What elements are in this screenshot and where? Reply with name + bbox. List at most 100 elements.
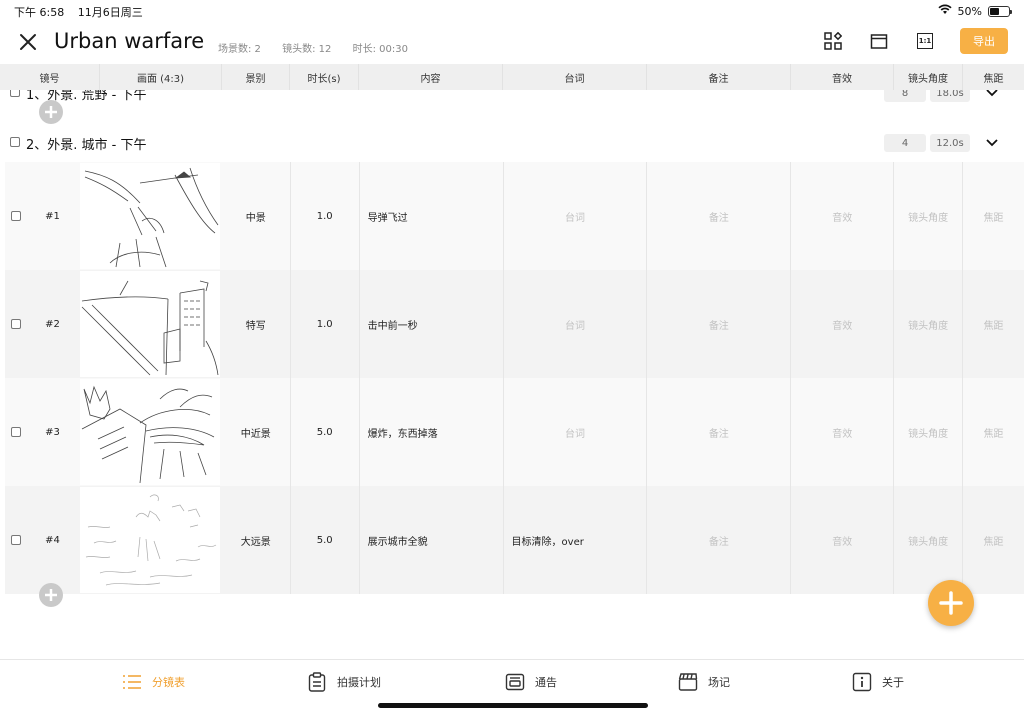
status-date: 11月6日周三 bbox=[77, 6, 143, 19]
storyboard-sketch[interactable] bbox=[79, 487, 220, 593]
row-checkbox[interactable] bbox=[10, 211, 21, 221]
col-angle: 镜头角度 bbox=[894, 64, 963, 90]
row-checkbox[interactable] bbox=[10, 427, 21, 437]
sound-placeholder[interactable]: 音效 bbox=[791, 378, 895, 486]
col-notes: 备注 bbox=[647, 64, 791, 90]
shot-duration[interactable]: 5.0 bbox=[291, 486, 360, 594]
frame-cell[interactable] bbox=[78, 378, 222, 486]
sound-placeholder[interactable]: 音效 bbox=[791, 162, 895, 270]
row-checkbox[interactable] bbox=[10, 535, 21, 545]
tab-label: 分镜表 bbox=[152, 676, 185, 689]
tab-storyboard[interactable]: 分镜表 bbox=[122, 672, 185, 692]
tab-notice[interactable]: 通告 bbox=[505, 672, 557, 692]
dialogue-placeholder[interactable]: 台词 bbox=[504, 162, 648, 270]
frame-cell[interactable] bbox=[78, 162, 222, 270]
notice-icon bbox=[505, 673, 525, 691]
shot-content[interactable]: 爆炸，东西掉落 bbox=[360, 378, 504, 486]
scene-checkbox[interactable] bbox=[10, 137, 20, 147]
shot-dialogue[interactable]: 目标清除，over bbox=[504, 486, 648, 594]
notes-placeholder[interactable]: 备注 bbox=[647, 162, 792, 270]
add-shot-button[interactable] bbox=[39, 100, 63, 124]
tab-about[interactable]: 关于 bbox=[852, 672, 904, 692]
scene-name: 2、外景. 城市 - 下午 bbox=[26, 138, 147, 153]
focal-placeholder[interactable]: 焦距 bbox=[963, 378, 1024, 486]
clipboard-icon bbox=[308, 672, 326, 692]
frame-cell[interactable] bbox=[78, 270, 222, 378]
table-row[interactable]: #2 特写 1.0 击中前一秒 台词 备注 音效 镜头角度 焦距 bbox=[5, 270, 1024, 378]
angle-placeholder[interactable]: 镜头角度 bbox=[894, 486, 964, 594]
layout-icon bbox=[870, 34, 888, 49]
scene-shot-count: 4 bbox=[884, 134, 926, 152]
notes-placeholder[interactable]: 备注 bbox=[647, 486, 792, 594]
shot-content[interactable]: 展示城市全貌 bbox=[360, 486, 504, 594]
tab-label: 关于 bbox=[882, 676, 904, 689]
grid-view-button[interactable] bbox=[822, 30, 844, 52]
shot-size[interactable]: 特写 bbox=[222, 270, 291, 378]
grid-icon bbox=[824, 32, 842, 50]
shot-content[interactable]: 导弹飞过 bbox=[360, 162, 504, 270]
notes-placeholder[interactable]: 备注 bbox=[647, 270, 792, 378]
table-header: 镜号 画面 (4:3) 景别 时长(s) 内容 台词 备注 音效 镜头角度 焦距 bbox=[0, 64, 1024, 90]
storyboard-sketch[interactable] bbox=[79, 163, 220, 269]
scene-count: 场景数: 2 bbox=[218, 44, 261, 55]
tab-label: 通告 bbox=[535, 676, 557, 689]
storyboard-sketch[interactable] bbox=[79, 379, 220, 485]
sound-placeholder[interactable]: 音效 bbox=[791, 270, 895, 378]
shot-duration[interactable]: 5.0 bbox=[291, 378, 360, 486]
table-row[interactable]: #3 中近景 5.0 爆炸，东西掉落 台词 备注 音效 镜头角度 焦距 bbox=[5, 378, 1024, 486]
shot-size[interactable]: 中景 bbox=[222, 162, 291, 270]
home-indicator[interactable] bbox=[378, 703, 648, 708]
list-icon bbox=[123, 675, 141, 689]
status-time: 下午 6:58 bbox=[14, 6, 65, 19]
notes-placeholder[interactable]: 备注 bbox=[647, 378, 792, 486]
table-row[interactable]: #4 大远景 5.0 展示城市全貌 目标清除，over 备注 音效 镜头角度 焦… bbox=[5, 486, 1024, 594]
header: Urban warfare 场景数: 2 镜头数: 12 时长: 00:30 1… bbox=[0, 22, 1024, 64]
export-button[interactable]: 导出 bbox=[960, 28, 1008, 54]
col-shot-size: 景别 bbox=[222, 64, 290, 90]
shot-number: #4 bbox=[45, 534, 60, 546]
col-shot-no: 镜号 bbox=[0, 64, 100, 90]
chevron-down-icon[interactable] bbox=[984, 135, 1000, 151]
total-duration: 时长: 00:30 bbox=[352, 44, 408, 55]
scene-row[interactable]: 2、外景. 城市 - 下午 4 12.0s bbox=[0, 131, 1024, 155]
shot-size[interactable]: 中近景 bbox=[222, 378, 291, 486]
layout-button[interactable] bbox=[868, 30, 890, 52]
aspect-ratio-icon: 1:1 bbox=[917, 33, 933, 49]
angle-placeholder[interactable]: 镜头角度 bbox=[894, 162, 964, 270]
battery-icon bbox=[988, 5, 1012, 17]
shot-count: 镜头数: 12 bbox=[282, 44, 332, 55]
info-icon bbox=[852, 672, 872, 692]
shot-size[interactable]: 大远景 bbox=[222, 486, 291, 594]
table-row[interactable]: #1 中景 1.0 导弹飞过 台词 备注 音效 镜头角度 焦距 bbox=[5, 162, 1024, 270]
close-button[interactable] bbox=[16, 30, 40, 54]
plus-icon bbox=[45, 589, 57, 601]
dialogue-placeholder[interactable]: 台词 bbox=[504, 270, 648, 378]
col-focal: 焦距 bbox=[983, 73, 1004, 85]
focal-placeholder[interactable]: 焦距 bbox=[963, 486, 1024, 594]
angle-placeholder[interactable]: 镜头角度 bbox=[894, 270, 964, 378]
shot-duration[interactable]: 1.0 bbox=[291, 162, 360, 270]
add-shot-button[interactable] bbox=[39, 583, 63, 607]
row-checkbox[interactable] bbox=[10, 319, 21, 329]
storyboard-sketch[interactable] bbox=[79, 271, 220, 377]
shot-content[interactable]: 击中前一秒 bbox=[360, 270, 504, 378]
aspect-ratio-button[interactable]: 1:1 bbox=[914, 30, 936, 52]
tab-script-log[interactable]: 场记 bbox=[678, 672, 730, 692]
angle-placeholder[interactable]: 镜头角度 bbox=[894, 378, 964, 486]
frame-cell[interactable] bbox=[78, 486, 222, 594]
shot-duration[interactable]: 1.0 bbox=[291, 270, 360, 378]
col-sound: 音效 bbox=[791, 64, 894, 90]
col-duration: 时长(s) bbox=[290, 64, 359, 90]
plus-icon bbox=[45, 106, 57, 118]
focal-placeholder[interactable]: 焦距 bbox=[963, 270, 1024, 378]
sound-placeholder[interactable]: 音效 bbox=[791, 486, 895, 594]
col-content: 内容 bbox=[359, 64, 503, 90]
battery-percent: 50% bbox=[957, 4, 982, 18]
shot-number: #2 bbox=[45, 318, 60, 330]
dialogue-placeholder[interactable]: 台词 bbox=[504, 378, 648, 486]
scene-duration: 12.0s bbox=[930, 134, 970, 152]
focal-placeholder[interactable]: 焦距 bbox=[963, 162, 1024, 270]
tab-shooting-plan[interactable]: 拍摄计划 bbox=[307, 672, 381, 692]
status-bar: 下午 6:58 11月6日周三 50% bbox=[0, 0, 1024, 22]
add-scene-fab[interactable] bbox=[928, 580, 974, 626]
